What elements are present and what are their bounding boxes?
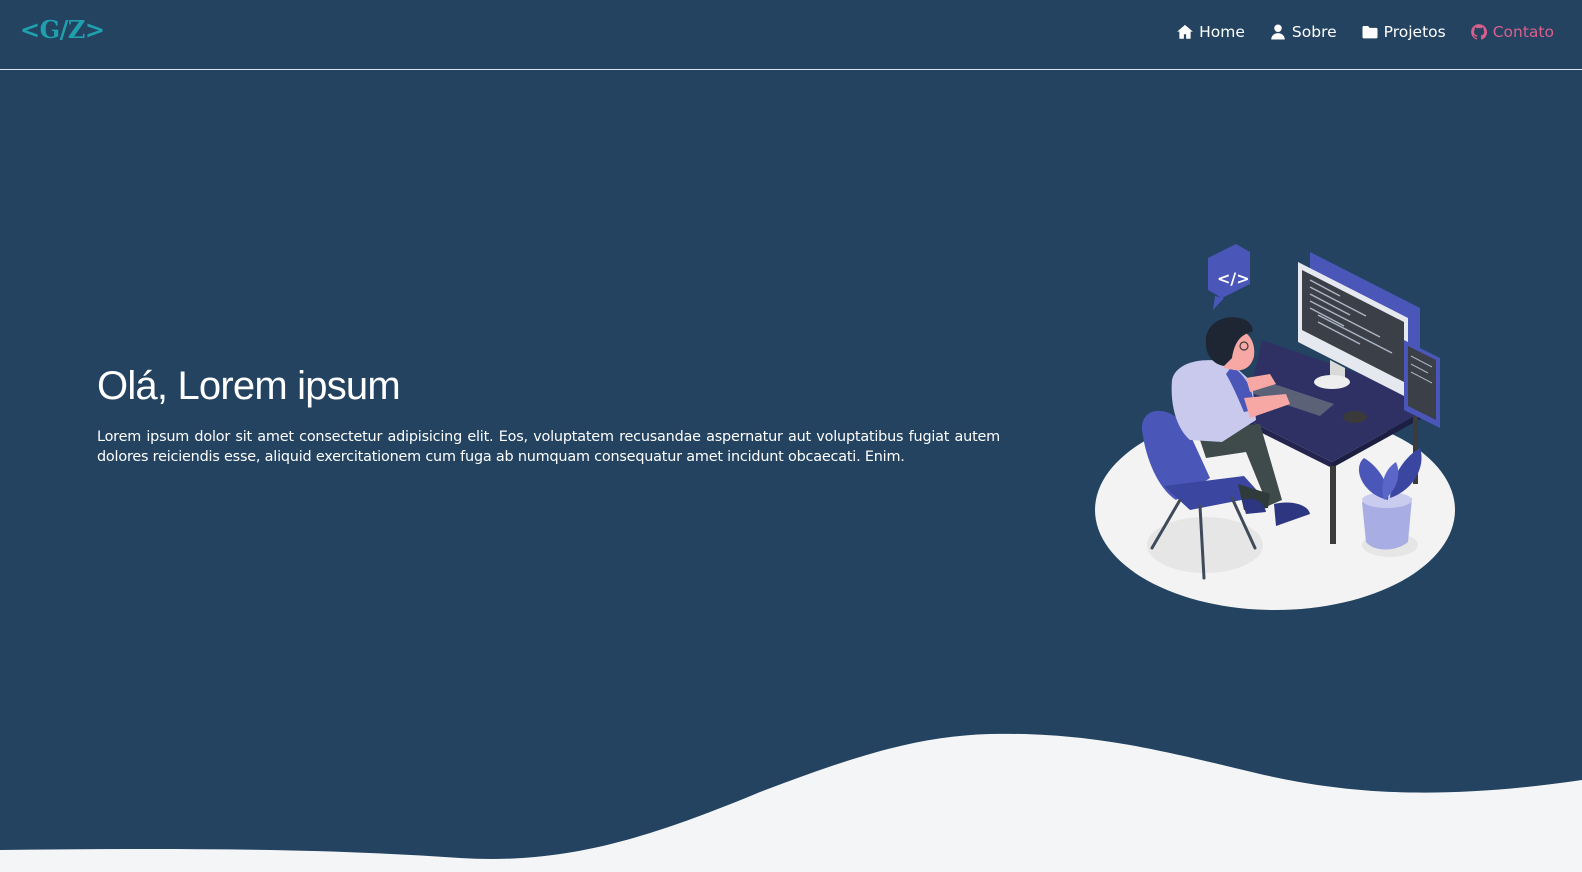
nav-menu: Home Sobre Projetos Contato [1176, 23, 1554, 41]
nav-item-label: Sobre [1291, 23, 1337, 41]
user-icon [1269, 23, 1287, 41]
github-icon [1470, 23, 1488, 41]
home-icon [1176, 23, 1194, 41]
nav-item-label: Contato [1492, 23, 1554, 41]
desk-leg [1330, 466, 1336, 544]
nav-item-label: Projetos [1383, 23, 1446, 41]
folder-icon [1361, 23, 1379, 41]
nav-item-contato[interactable]: Contato [1470, 23, 1554, 41]
nav-item-label: Home [1199, 23, 1245, 41]
code-badge-text: </> [1217, 269, 1250, 288]
hero-title: Olá, Lorem ipsum [97, 364, 401, 408]
wave-divider [0, 733, 1582, 872]
navbar: <G/Z> Home Sobre Projetos Contato [0, 0, 1582, 70]
logo[interactable]: <G/Z> [20, 15, 105, 44]
hero-section: Olá, Lorem ipsum Lorem ipsum dolor sit a… [97, 362, 1000, 467]
hero-description: Lorem ipsum dolor sit amet consectetur a… [97, 429, 1000, 465]
nav-item-sobre[interactable]: Sobre [1269, 23, 1337, 41]
developer-illustration: </> [1095, 244, 1455, 610]
nav-item-home[interactable]: Home [1176, 23, 1245, 41]
mouse [1343, 411, 1367, 423]
nav-item-projetos[interactable]: Projetos [1361, 23, 1446, 41]
